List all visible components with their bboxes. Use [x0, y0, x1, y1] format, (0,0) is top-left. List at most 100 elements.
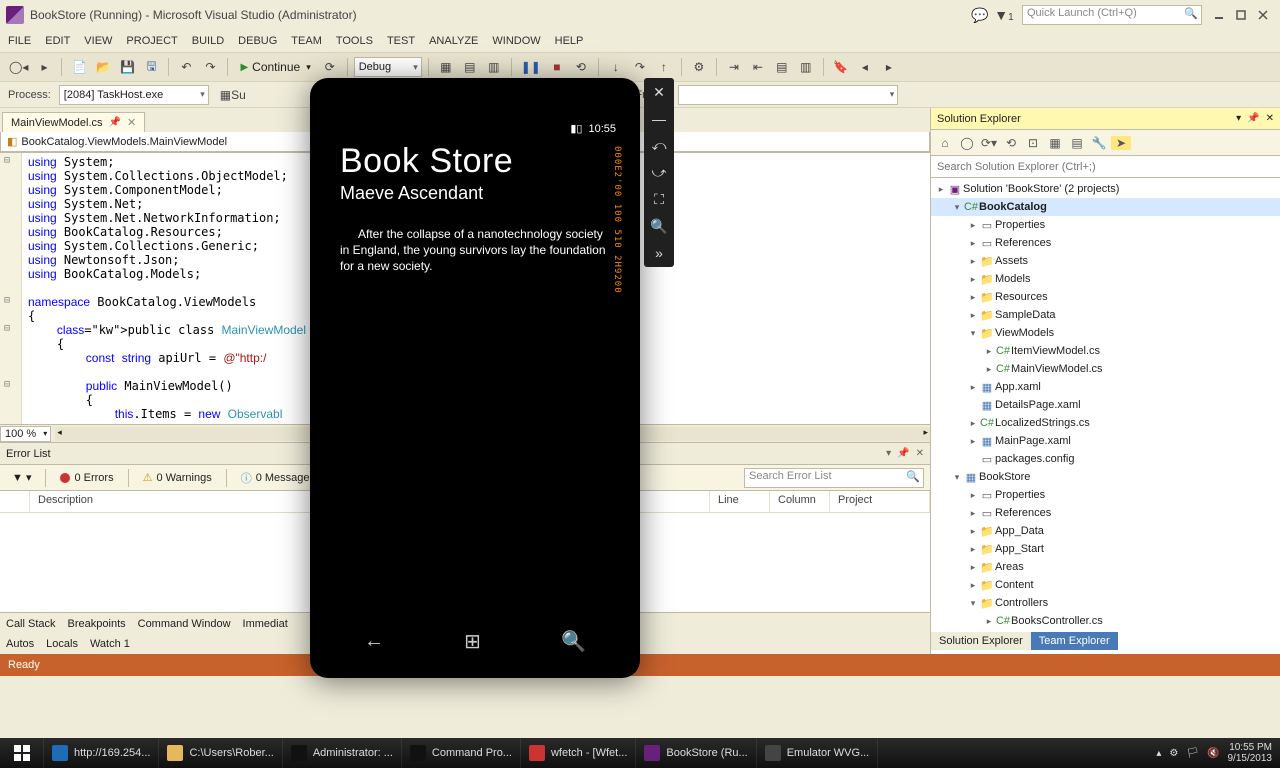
open-button[interactable]: 📂	[92, 56, 114, 78]
emu-minimize-icon[interactable]: —	[652, 111, 666, 127]
feedback-icon[interactable]: 💬	[970, 7, 990, 24]
continue-button[interactable]: ▶Continue▾	[234, 60, 316, 74]
tree-node[interactable]: ▸▭References	[931, 504, 1280, 522]
messages-filter[interactable]: ⓘ0 Message	[235, 468, 316, 488]
tree-node[interactable]: ▸📁Resources	[931, 288, 1280, 306]
wrench-icon[interactable]: ➤	[1111, 136, 1131, 150]
start-button[interactable]	[0, 738, 44, 768]
tree-node[interactable]: ▸▭Properties	[931, 486, 1280, 504]
outdent-button[interactable]: ⇤	[747, 56, 769, 78]
menu-analyze[interactable]: ANALYZE	[429, 35, 478, 47]
sync-icon[interactable]: ⟳▾	[979, 136, 999, 150]
nav-fwd-button[interactable]: ▸	[33, 56, 55, 78]
maximize-button[interactable]	[1230, 6, 1252, 24]
pin-icon[interactable]: 📌	[1247, 113, 1259, 124]
menu-help[interactable]: HELP	[555, 35, 584, 47]
tray-action-icon[interactable]: 🏳	[1186, 748, 1199, 759]
tray-network-icon[interactable]: ⚙	[1169, 748, 1178, 759]
restart-button[interactable]: ⟳	[319, 56, 341, 78]
close-icon[interactable]: ✕	[916, 448, 924, 459]
menu-build[interactable]: BUILD	[192, 35, 224, 47]
tree-node[interactable]: ▸C#MainViewModel.cs	[931, 360, 1280, 378]
tray-volume-icon[interactable]: 🔇	[1207, 748, 1219, 759]
tab-watch-1[interactable]: Watch 1	[90, 638, 130, 650]
tool-icon[interactable]: ⚙	[688, 56, 710, 78]
taskbar-item[interactable]: Administrator: ...	[283, 738, 402, 768]
pause-button[interactable]: ❚❚	[518, 56, 544, 78]
tree-node[interactable]: ▸📁SampleData	[931, 306, 1280, 324]
tree-node[interactable]: ▾▦BookStore	[931, 468, 1280, 486]
taskbar-item[interactable]: wfetch - [Wfet...	[521, 738, 636, 768]
show-all-icon[interactable]: ▦	[1045, 136, 1065, 150]
emu-fit-icon[interactable]: ⛶	[654, 191, 664, 208]
phone-search-button[interactable]: 🔍	[561, 629, 586, 654]
tree-node[interactable]: ▾📁Controllers	[931, 594, 1280, 612]
solution-root[interactable]: ▸▣ Solution 'BookStore' (2 projects)	[931, 180, 1280, 198]
tab-immediat[interactable]: Immediat	[243, 618, 288, 630]
config-dropdown[interactable]: Debug	[354, 57, 422, 77]
uncomment-button[interactable]: ▥	[795, 56, 817, 78]
step-into-button[interactable]: ↓	[605, 56, 627, 78]
tab-team-explorer[interactable]: Team Explorer	[1031, 632, 1118, 650]
back-icon[interactable]: ◯	[957, 136, 977, 150]
undo-button[interactable]: ↶	[175, 56, 197, 78]
redo-button[interactable]: ↷	[199, 56, 221, 78]
emu-rotate-left-icon[interactable]: ⤺	[652, 137, 667, 154]
suspend-button[interactable]: ▦ Su	[217, 84, 249, 106]
menu-team[interactable]: TEAM	[291, 35, 322, 47]
tab-solution-explorer[interactable]: Solution Explorer	[931, 632, 1031, 650]
phone-emulator[interactable]: ▮▯ 10:55 000E2'00 100 510 2H9200 Book St…	[310, 78, 640, 678]
taskbar-item[interactable]: C:\Users\Rober...	[159, 738, 282, 768]
menu-window[interactable]: WINDOW	[492, 35, 540, 47]
close-icon[interactable]: ✕	[1266, 113, 1274, 124]
nav-back-button[interactable]: ◯◂	[6, 56, 31, 78]
taskbar-item[interactable]: Command Pro...	[402, 738, 521, 768]
taskbar-item[interactable]: http://169.254...	[44, 738, 159, 768]
preview-icon[interactable]: 🔧	[1089, 136, 1109, 150]
solution-tree[interactable]: ▸▣ Solution 'BookStore' (2 projects) ▾C#…	[931, 178, 1280, 632]
menu-debug[interactable]: DEBUG	[238, 35, 277, 47]
tab-locals[interactable]: Locals	[46, 638, 78, 650]
emulator-screen[interactable]: ▮▯ 10:55 000E2'00 100 510 2H9200 Book St…	[324, 116, 626, 612]
notifications-icon[interactable]: ▼1	[994, 7, 1014, 23]
tab-breakpoints[interactable]: Breakpoints	[68, 618, 126, 630]
tree-node[interactable]: ▸▦MainPage.xaml	[931, 432, 1280, 450]
menu-test[interactable]: TEST	[387, 35, 415, 47]
tree-node[interactable]: ▾C#BookCatalog	[931, 198, 1280, 216]
taskbar-item[interactable]: Emulator WVG...	[757, 738, 879, 768]
tree-node[interactable]: ▭packages.config	[931, 450, 1280, 468]
emu-rotate-right-icon[interactable]: ⤻	[652, 164, 667, 181]
emu-zoom-icon[interactable]: 🔍	[650, 218, 667, 235]
minimize-button[interactable]	[1208, 6, 1230, 24]
tree-node[interactable]: ▸📁App_Start	[931, 540, 1280, 558]
tree-node[interactable]: ▸C#LocalizedStrings.cs	[931, 414, 1280, 432]
home-icon[interactable]: ⌂	[935, 136, 955, 150]
tray-up-icon[interactable]: ▴	[1156, 748, 1161, 759]
tree-node[interactable]: ▦DetailsPage.xaml	[931, 396, 1280, 414]
tab-autos[interactable]: Autos	[6, 638, 34, 650]
bookmark-button[interactable]: 🔖	[830, 56, 852, 78]
tree-node[interactable]: ▸📁App_Data	[931, 522, 1280, 540]
tree-node[interactable]: ▸📁Models	[931, 270, 1280, 288]
save-button[interactable]: 💾	[116, 56, 138, 78]
tree-node[interactable]: ▸📁Assets	[931, 252, 1280, 270]
tool-icon[interactable]: ▥	[483, 56, 505, 78]
comment-button[interactable]: ▤	[771, 56, 793, 78]
pin-icon[interactable]: 📌	[897, 448, 909, 459]
refresh-icon[interactable]: ⟲	[1001, 136, 1021, 150]
tab-command-window[interactable]: Command Window	[138, 618, 231, 630]
stackframe-dropdown[interactable]	[678, 85, 898, 105]
tree-node[interactable]: ▸📁Content	[931, 576, 1280, 594]
indent-button[interactable]: ⇥	[723, 56, 745, 78]
phone-back-button[interactable]: ←	[364, 630, 384, 653]
tree-node[interactable]: ▸▭References	[931, 234, 1280, 252]
emu-close-icon[interactable]: ✕	[653, 84, 665, 101]
quick-launch-input[interactable]: Quick Launch (Ctrl+Q)	[1022, 5, 1202, 25]
close-button[interactable]	[1252, 6, 1274, 24]
tree-node[interactable]: ▸C#BooksController.cs	[931, 612, 1280, 630]
new-project-button[interactable]: 📄	[68, 56, 90, 78]
restart-debug-button[interactable]: ⟲	[570, 56, 592, 78]
step-out-button[interactable]: ↑	[653, 56, 675, 78]
error-search-input[interactable]: Search Error List	[744, 468, 924, 488]
tree-node[interactable]: ▸📁Areas	[931, 558, 1280, 576]
